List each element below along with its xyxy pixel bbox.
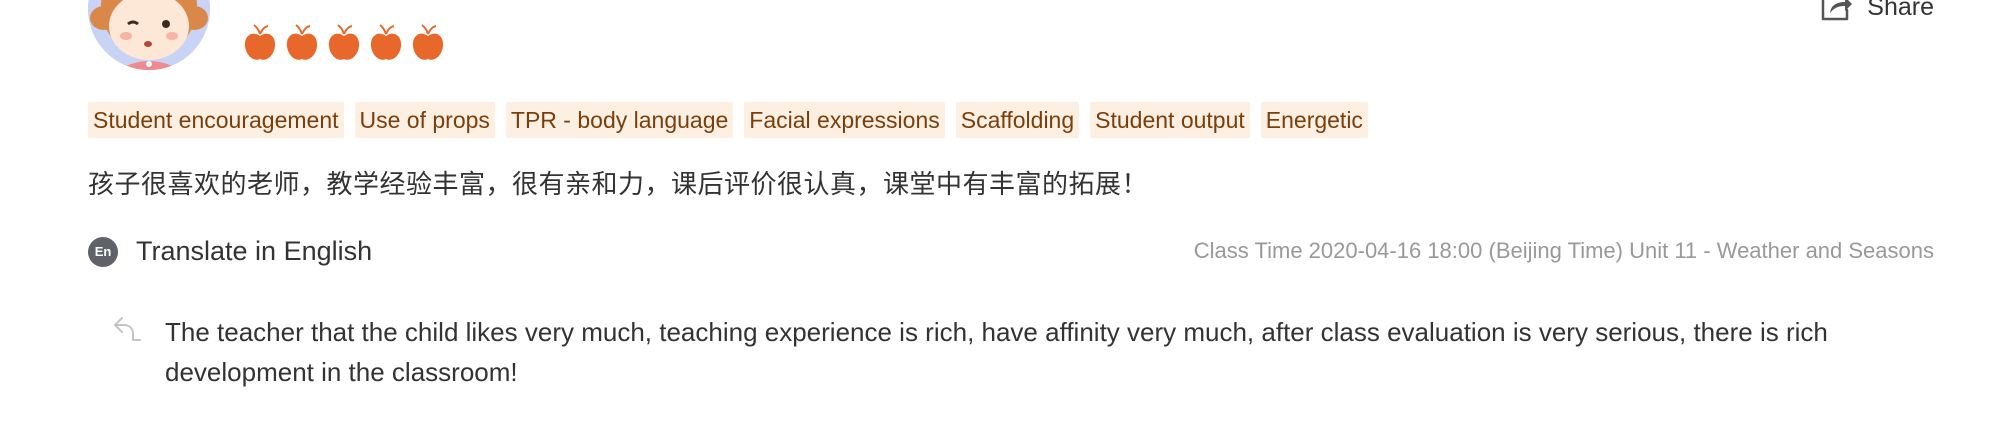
tag-scaffolding: Scaffolding xyxy=(955,102,1080,138)
share-button[interactable]: Share xyxy=(1819,0,1934,22)
apple-icon xyxy=(370,24,402,60)
tag-use-of-props: Use of props xyxy=(354,102,495,138)
translate-label: Translate in English xyxy=(136,236,373,266)
tag-facial-expressions: Facial expressions xyxy=(744,102,945,138)
share-icon xyxy=(1822,0,1853,21)
apple-icon xyxy=(412,24,444,60)
class-time-info: Class Time 2020-04-16 18:00 (Beijing Tim… xyxy=(1193,238,1934,263)
tag-energetic: Energetic xyxy=(1260,102,1368,138)
translation-text: The teacher that the child likes very mu… xyxy=(165,317,1828,387)
review-card: Share Student encouragement Use of props… xyxy=(0,0,1998,448)
tag-list: Student encouragement Use of props TPR -… xyxy=(88,102,1368,138)
rating-apples xyxy=(242,22,446,62)
tag-student-encouragement: Student encouragement xyxy=(88,102,344,138)
language-en-icon: En xyxy=(88,236,118,267)
tag-student-output: Student output xyxy=(1090,102,1250,138)
tag-tpr-body-language: TPR - body language xyxy=(505,102,734,138)
apple-icon xyxy=(244,24,276,60)
translate-button[interactable]: En Translate in English xyxy=(88,236,372,267)
avatar[interactable] xyxy=(88,0,210,70)
review-text: 孩子很喜欢的老师，教学经验丰富，很有亲和力，课后评价很认真，课堂中有丰富的拓展！ xyxy=(88,170,1149,200)
child-avatar-illustration xyxy=(88,0,210,70)
share-label: Share xyxy=(1867,0,1934,21)
reply-arrow-icon xyxy=(114,317,141,341)
apple-icon xyxy=(328,24,360,60)
apple-icon xyxy=(286,24,318,60)
